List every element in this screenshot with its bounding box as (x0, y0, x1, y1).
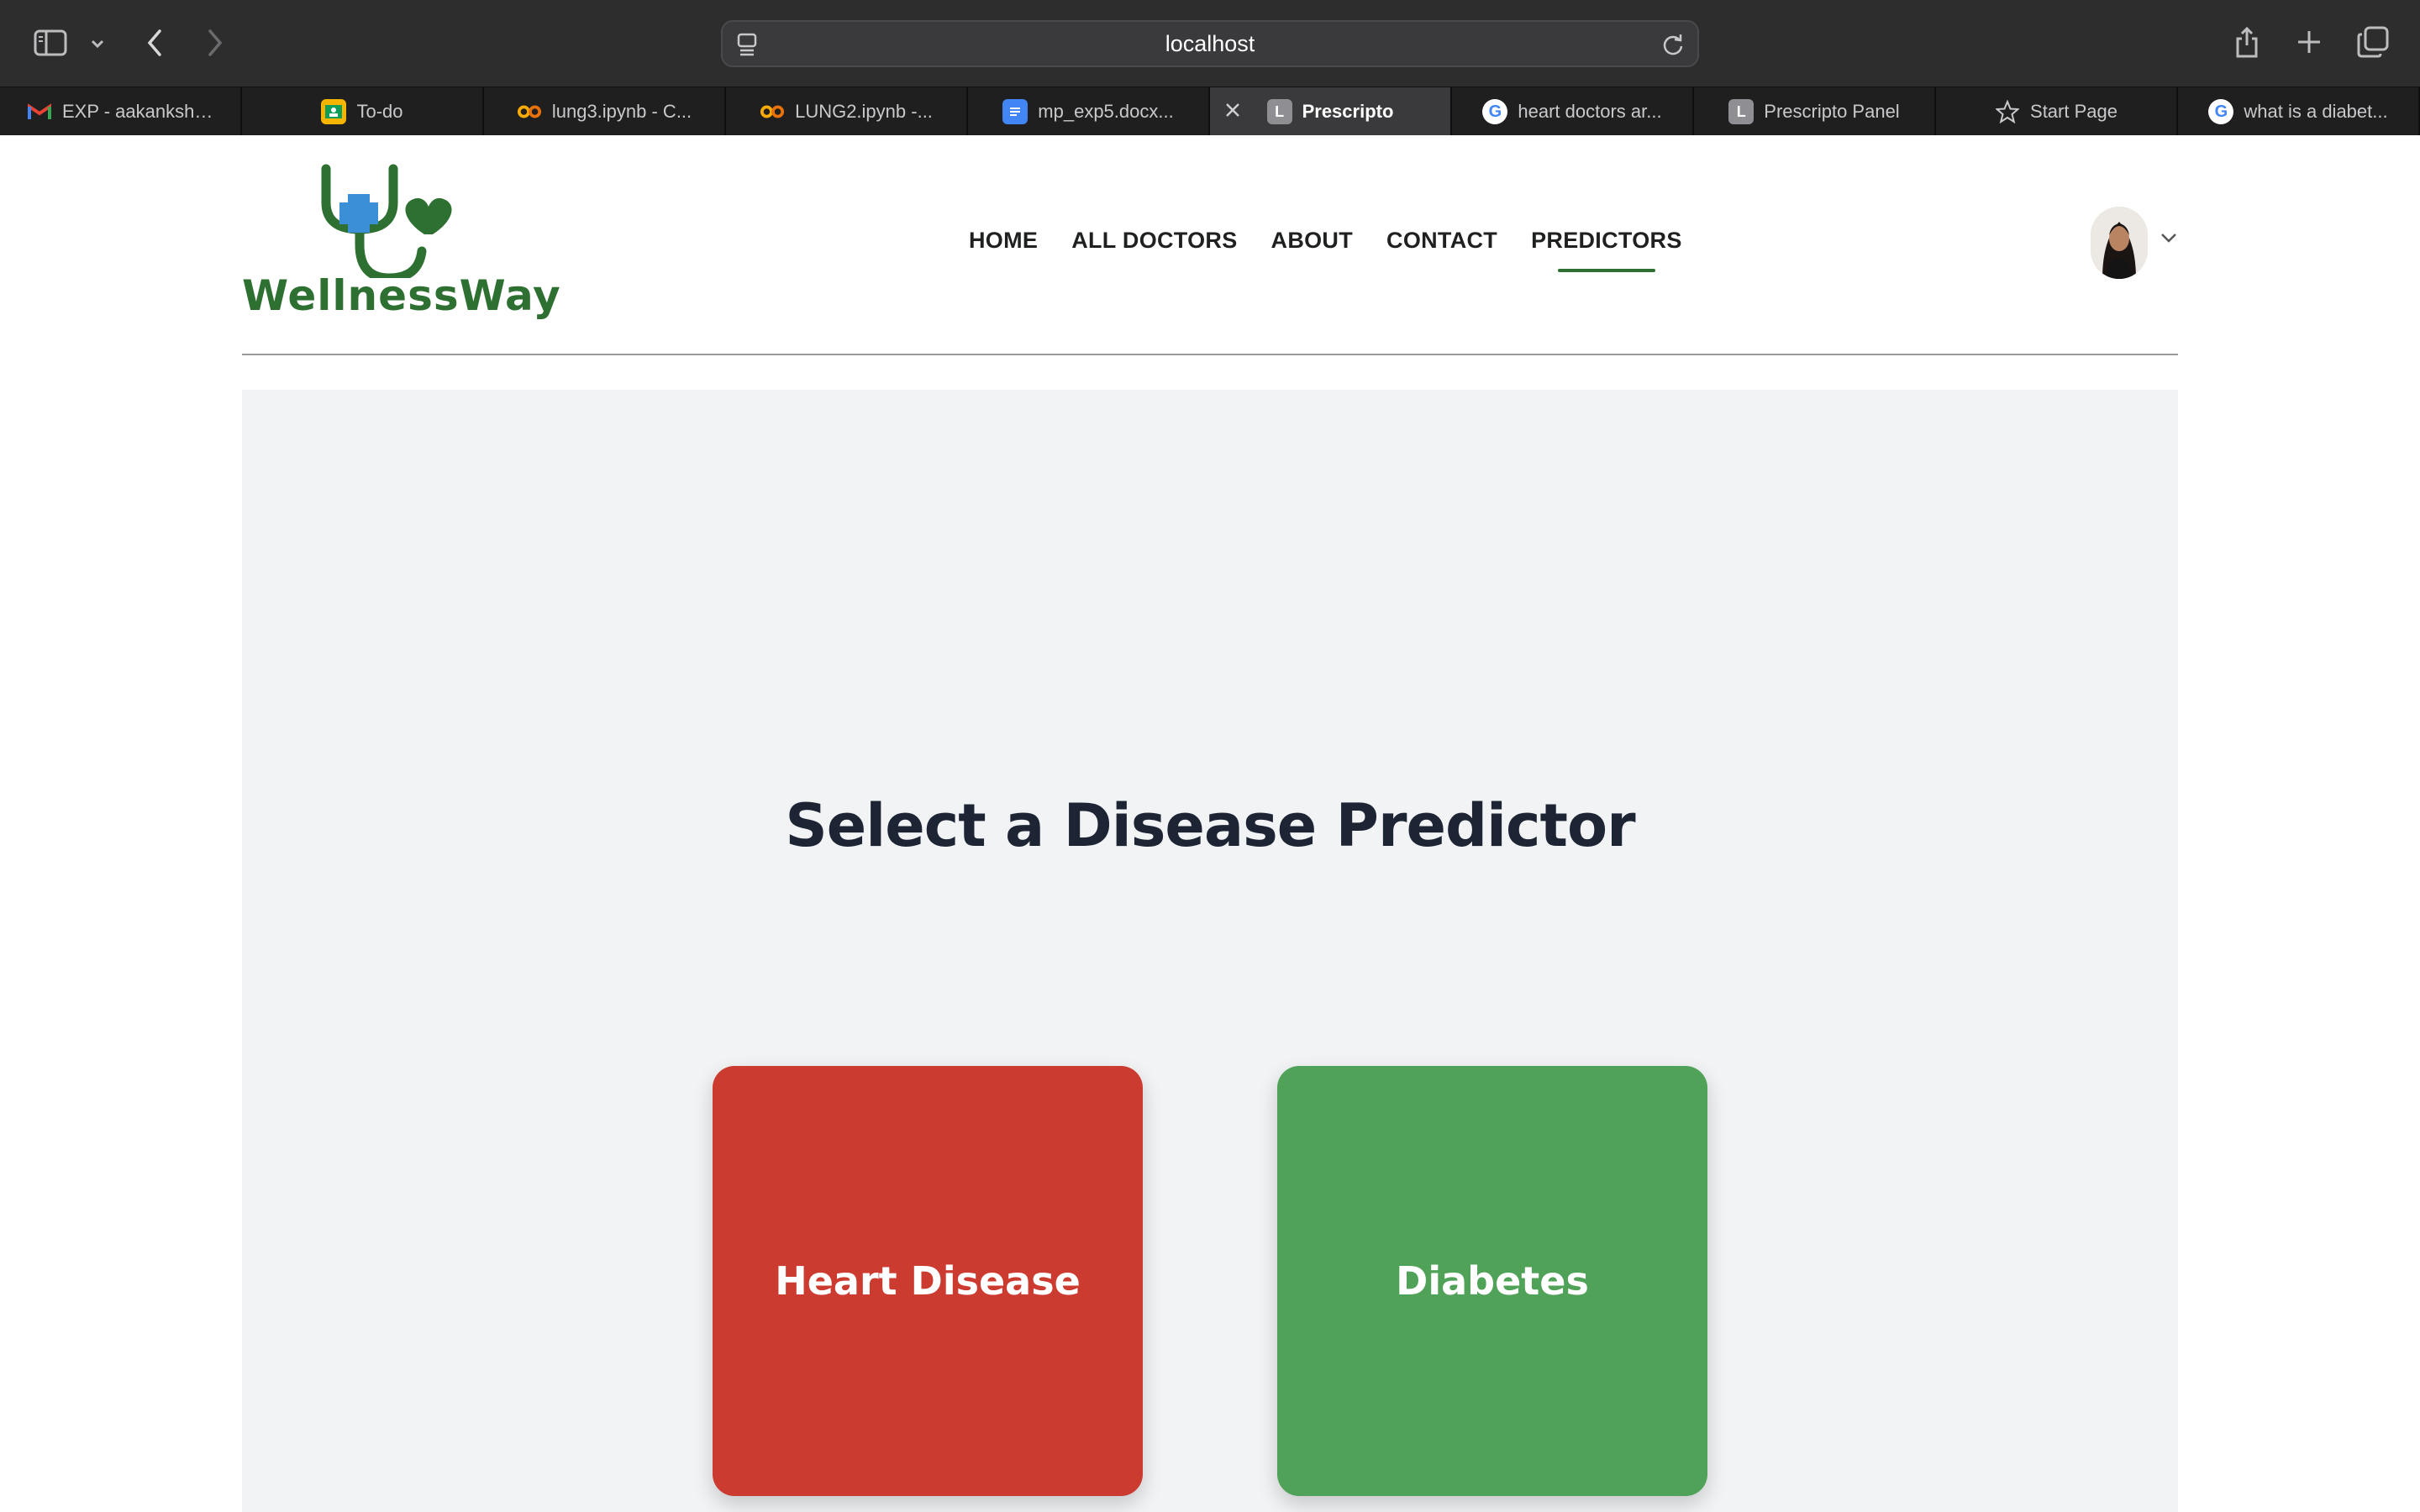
tab-overview-icon[interactable] (2356, 25, 2390, 59)
new-tab-icon[interactable] (2294, 27, 2324, 57)
address-bar[interactable]: localhost (721, 20, 1699, 67)
heart-disease-card[interactable]: Heart Disease (713, 1066, 1143, 1496)
tab-label: mp_exp5.docx... (1038, 101, 1174, 122)
chevron-down-icon[interactable] (2160, 232, 2178, 248)
brand-name: WellnessWay (242, 271, 561, 320)
back-icon[interactable] (141, 27, 168, 59)
tab-google-diabetes[interactable]: G what is a diabet... (2178, 87, 2420, 136)
tab-gmail[interactable]: EXP - aakanksh.... (0, 87, 242, 136)
nav-home[interactable]: HOME (969, 228, 1038, 254)
google-icon: G (2208, 99, 2234, 124)
colab-icon (760, 99, 785, 124)
tab-colab-lung3[interactable]: lung3.ipynb - C... (484, 87, 726, 136)
tab-label: LUNG2.ipynb -... (795, 101, 933, 122)
chevron-down-icon[interactable] (87, 34, 108, 54)
user-avatar[interactable] (2091, 207, 2148, 279)
tab-label: what is a diabet... (2244, 101, 2388, 122)
tab-colab-lung2[interactable]: LUNG2.ipynb -... (726, 87, 968, 136)
nav-predictors[interactable]: PREDICTORS (1531, 228, 1682, 272)
predictor-panel: Select a Disease Predictor Heart Disease… (242, 390, 2178, 1512)
forward-icon[interactable] (202, 27, 229, 59)
page-title: Select a Disease Predictor (785, 791, 1635, 860)
tab-prescripto[interactable]: L Prescripto (1210, 87, 1452, 136)
tab-label: To-do (356, 101, 403, 122)
tab-label: lung3.ipynb - C... (551, 101, 692, 122)
reload-icon[interactable] (1660, 32, 1686, 57)
tab-label: EXP - aakanksh.... (62, 101, 213, 122)
browser-toolbar: localhost (0, 0, 2420, 87)
diabetes-card[interactable]: Diabetes (1277, 1066, 1707, 1496)
nav-about[interactable]: ABOUT (1271, 228, 1354, 254)
docs-icon (1002, 99, 1028, 124)
tab-label: Start Page (2030, 101, 2118, 122)
brand-logo[interactable]: WellnessWay (242, 160, 561, 328)
stethoscope-heart-icon (321, 164, 452, 278)
close-tab-icon[interactable] (1220, 97, 1245, 123)
tab-start-page[interactable]: Start Page (1936, 87, 2178, 136)
tab-docs[interactable]: mp_exp5.docx... (968, 87, 1210, 136)
classroom-icon (321, 99, 347, 124)
page: WellnessWay HOME ALL DOCTORS ABOUT CONTA… (0, 135, 2420, 1512)
tab-label: Prescripto (1302, 101, 1394, 122)
colab-icon (517, 99, 542, 124)
url-text: localhost (1165, 30, 1255, 56)
nav-contact[interactable]: CONTACT (1386, 228, 1497, 254)
tab-strip: EXP - aakanksh.... To-do lung3.ipynb - C… (0, 87, 2420, 136)
gmail-icon (27, 99, 52, 124)
tab-label: Prescripto Panel (1764, 101, 1900, 122)
google-icon: G (1482, 99, 1508, 124)
tab-prescripto-panel[interactable]: L Prescripto Panel (1694, 87, 1936, 136)
letter-l-icon: L (1266, 99, 1292, 124)
sidebar-toggle-icon[interactable] (34, 29, 67, 57)
tab-label: heart doctors ar... (1518, 101, 1662, 122)
nav-all-doctors[interactable]: ALL DOCTORS (1071, 228, 1237, 254)
main-nav: HOME ALL DOCTORS ABOUT CONTACT PREDICTOR… (969, 228, 1716, 272)
share-icon[interactable] (2232, 24, 2262, 60)
tab-google-heart[interactable]: G heart doctors ar... (1452, 87, 1694, 136)
star-icon (1995, 99, 2020, 124)
letter-l-icon: L (1728, 99, 1754, 124)
header-divider (242, 354, 2178, 355)
tab-classroom[interactable]: To-do (242, 87, 484, 136)
